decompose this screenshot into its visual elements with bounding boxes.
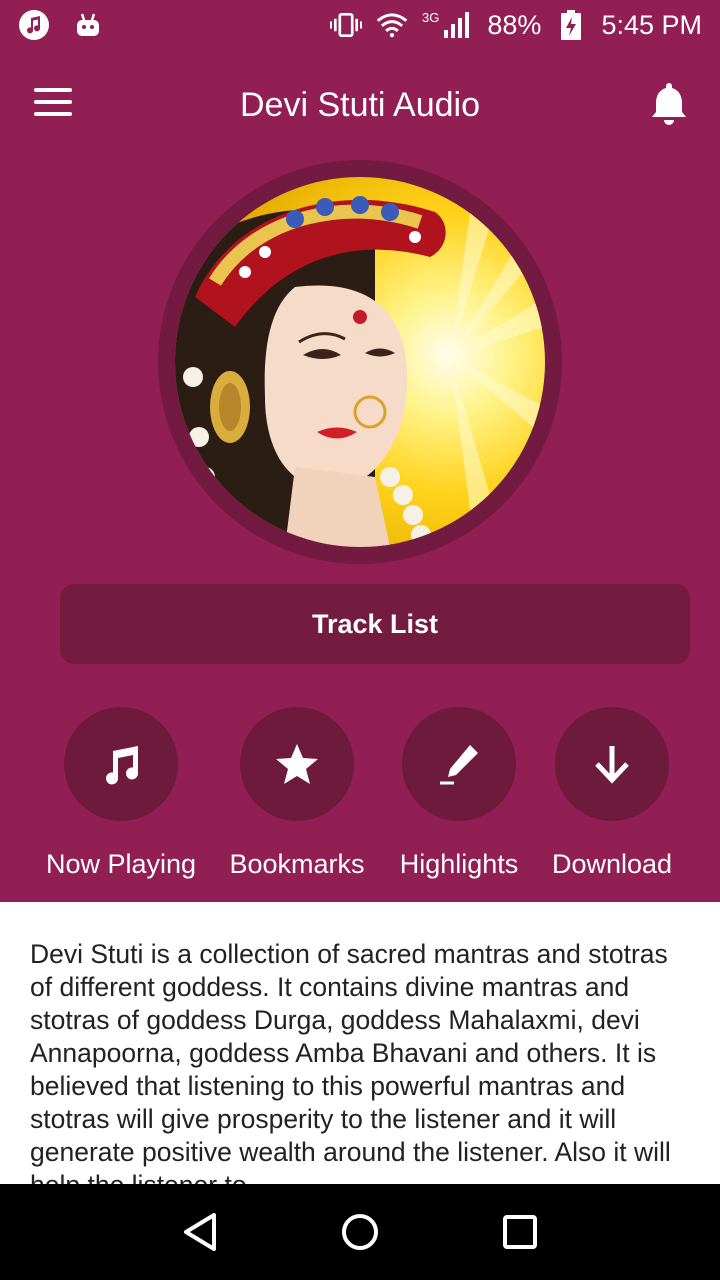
music-note-icon bbox=[64, 707, 178, 821]
recents-icon[interactable] bbox=[490, 1202, 550, 1262]
highlighter-icon bbox=[402, 707, 516, 821]
menu-icon[interactable] bbox=[34, 88, 78, 122]
vibrate-icon bbox=[330, 9, 363, 41]
app-title: Devi Stuti Audio bbox=[239, 85, 481, 124]
download-button[interactable]: Download bbox=[550, 707, 674, 880]
home-icon[interactable] bbox=[330, 1202, 390, 1262]
description-panel[interactable]: Devi Stuti is a collection of sacred man… bbox=[0, 902, 720, 1184]
download-label: Download bbox=[551, 849, 673, 879]
battery-percent: 88% bbox=[487, 9, 542, 40]
back-icon[interactable] bbox=[170, 1202, 230, 1262]
system-navigation-bar bbox=[0, 1184, 720, 1280]
cover-art-image bbox=[175, 177, 545, 547]
bookmarks-label: Bookmarks bbox=[229, 849, 365, 879]
bookmarks-button[interactable]: Bookmarks bbox=[226, 707, 368, 880]
cover-art-frame bbox=[158, 160, 562, 564]
clock-time: 5:45 PM bbox=[601, 9, 702, 40]
status-bar: 3G 88% 5:45 PM bbox=[0, 0, 720, 50]
action-buttons: Now Playing Bookmarks Highlights Downloa… bbox=[0, 707, 720, 897]
network-type-label: 3G bbox=[422, 9, 440, 25]
notification-bell-icon[interactable] bbox=[648, 80, 690, 126]
wifi-icon bbox=[376, 9, 408, 41]
star-icon bbox=[240, 707, 354, 821]
highlights-label: Highlights bbox=[399, 849, 519, 879]
signal-icon bbox=[441, 9, 473, 41]
now-playing-label: Now Playing bbox=[45, 849, 197, 879]
battery-charging-icon bbox=[555, 9, 587, 41]
app-bar: Devi Stuti Audio bbox=[0, 50, 720, 160]
music-notification-icon bbox=[18, 9, 50, 41]
track-list-button[interactable]: Track List bbox=[60, 584, 690, 664]
now-playing-button[interactable]: Now Playing bbox=[44, 707, 198, 880]
highlights-button[interactable]: Highlights bbox=[396, 707, 522, 880]
description-text: Devi Stuti is a collection of sacred man… bbox=[30, 939, 671, 1184]
android-notification-icon bbox=[72, 9, 104, 41]
download-arrow-icon bbox=[555, 707, 669, 821]
